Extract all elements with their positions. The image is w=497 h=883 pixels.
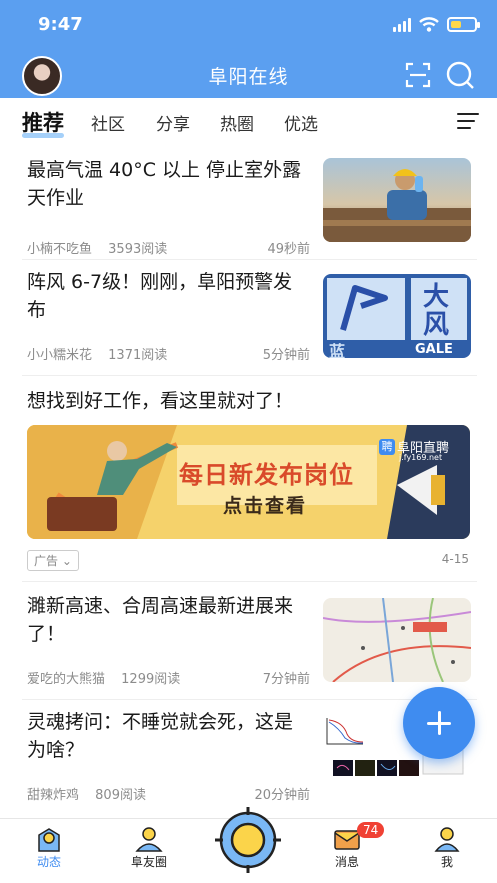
news-author: 爱吃的大熊猫: [27, 672, 106, 687]
news-reads: 3593阅读: [108, 242, 168, 257]
list-item[interactable]: 最高气温 40°C 以上 停止室外露天作业 小楠不吃鱼 3593阅读 49秒前: [22, 156, 477, 260]
news-reads: 809阅读: [95, 788, 146, 803]
map-pin-icon: [38, 828, 60, 852]
tab-community[interactable]: 社区: [91, 110, 125, 135]
tab-share[interactable]: 分享: [156, 110, 190, 135]
news-time: 7分钟前: [262, 672, 310, 687]
tabbar-label: 动态: [36, 855, 61, 869]
friends-icon: [135, 827, 163, 852]
brand-logo-icon: 聘: [379, 439, 395, 455]
tabbar-item-feed[interactable]: 动态: [9, 819, 89, 879]
signal-icon: [393, 18, 411, 32]
battery-icon: [447, 17, 480, 32]
gale-char-blue: 蓝: [329, 342, 346, 358]
gale-char-wind: 风: [423, 310, 450, 340]
ad-item[interactable]: 想找到好工作，看这里就对了！ 聘 阜阳直聘 j.fy169.net 每日新发布岗…: [22, 386, 477, 582]
news-headline: 灵魂拷问：不睡觉就会死，这是为啥？: [27, 711, 294, 761]
menu-icon[interactable]: [457, 113, 479, 129]
banner-cta[interactable]: 点击查看: [223, 491, 307, 518]
tabbar-item-profile[interactable]: 我: [407, 819, 487, 879]
news-author: 小小糯米花: [27, 348, 93, 363]
ad-banner[interactable]: 聘 阜阳直聘 j.fy169.net 每日新发布岗位 点击查看: [27, 425, 470, 539]
worker-photo-icon: [323, 169, 471, 242]
wifi-icon: [419, 17, 439, 32]
bottom-tabbar: 动态 阜友圈 74 消息 我: [0, 807, 497, 883]
app-header: 9:47 阜阳在线: [0, 0, 497, 98]
ad-tag-label: 广告: [34, 554, 59, 568]
tabbar-label: 阜友圈: [130, 855, 167, 869]
tabbar-label: 消息: [334, 855, 359, 869]
tab-selection[interactable]: 优选: [284, 110, 318, 135]
flag-icon: [340, 285, 388, 331]
ad-tag[interactable]: 广告 ⌄: [27, 550, 79, 571]
list-item[interactable]: 濉新高速、合周高速最新进展来了！ 爱吃的大熊猫 1299阅读 7分钟前: [22, 592, 477, 700]
news-headline: 最高气温 40°C 以上 停止室外露天作业: [27, 159, 302, 209]
category-tabs: 推荐 社区 分享 热圈 优选: [0, 98, 497, 146]
search-icon[interactable]: [445, 60, 475, 90]
news-meta: 小小糯米花 1371阅读: [27, 344, 179, 363]
status-bar: 9:47: [0, 12, 497, 38]
tab-hot-circle[interactable]: 热圈: [220, 110, 254, 135]
center-compass-icon: [215, 807, 281, 873]
news-time: 5分钟前: [262, 348, 310, 363]
news-author: 小楠不吃鱼: [27, 242, 93, 257]
news-headline: 阵风 6-7级！刚刚，阜阳预警发布: [27, 271, 293, 321]
tabbar-item-friends[interactable]: 阜友圈: [109, 819, 189, 879]
tabbar-label: 我: [440, 855, 453, 869]
ad-headline: 想找到好工作，看这里就对了！: [27, 390, 294, 412]
worker-photo-thumbnail: [323, 158, 471, 242]
tab-recommend[interactable]: 推荐: [22, 107, 64, 137]
message-badge: 74: [357, 822, 385, 838]
road-map-thumbnail: [323, 598, 471, 682]
gale-warning-thumbnail: 大 风 蓝 GALE: [323, 274, 471, 358]
news-reads: 1299阅读: [121, 672, 181, 687]
tabbar-item-messages[interactable]: 74 消息: [307, 819, 387, 879]
news-time: 49秒前: [267, 242, 310, 257]
news-author: 甜辣炸鸡: [27, 788, 80, 803]
gale-word: GALE: [415, 342, 453, 357]
banner-title: 每日新发布岗位: [179, 461, 354, 489]
road-map-icon: [323, 598, 471, 682]
news-reads: 1371阅读: [108, 348, 168, 363]
news-meta: 甜辣炸鸡 809阅读: [27, 784, 158, 803]
add-post-button[interactable]: [403, 687, 475, 759]
status-time: 9:47: [38, 14, 83, 35]
center-compass-button[interactable]: [213, 805, 283, 875]
banner-url: j.fy169.net: [399, 453, 443, 462]
chevron-down-icon: ⌄: [61, 554, 72, 568]
news-meta: 爱吃的大熊猫 1299阅读: [27, 668, 192, 687]
profile-icon: [434, 827, 460, 852]
ad-date: 4-15: [441, 552, 469, 566]
list-item[interactable]: 阵风 6-7级！刚刚，阜阳预警发布 小小糯米花 1371阅读 5分钟前 大 风 …: [22, 268, 477, 376]
news-headline: 濉新高速、合周高速最新进展来了！: [27, 595, 294, 645]
news-time: 20分钟前: [254, 788, 310, 803]
news-meta: 小楠不吃鱼 3593阅读: [27, 238, 179, 257]
scan-icon[interactable]: [405, 62, 431, 88]
